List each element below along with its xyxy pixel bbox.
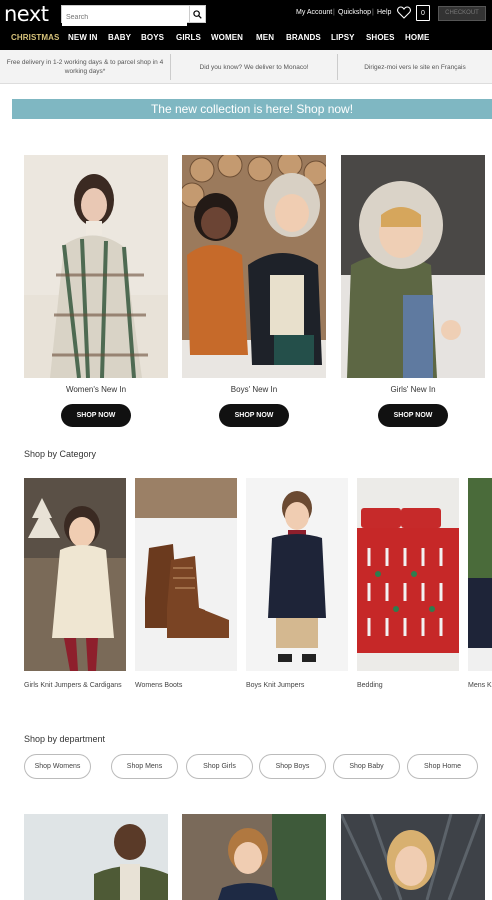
nav-item-home[interactable]: HOME	[405, 33, 429, 42]
nav-item-new-in[interactable]: NEW IN	[68, 33, 98, 42]
search-box	[61, 5, 206, 26]
boys-new-in-image[interactable]	[182, 155, 326, 378]
womens-new-in-label: Women's New In	[65, 385, 127, 394]
nav-item-boys[interactable]: BOYS	[141, 33, 164, 42]
shopping-bag-icon[interactable]: 0	[416, 5, 430, 21]
site-header: next My Account | Quickshop | Help 0 CHE…	[0, 0, 492, 50]
search-input[interactable]	[62, 9, 187, 26]
category-girls-knit-image[interactable]	[24, 478, 126, 671]
girls-shop-now-button[interactable]: SHOP NOW	[378, 404, 448, 427]
womens-new-in-image[interactable]	[24, 155, 168, 378]
category-womens-boots-image[interactable]	[135, 478, 237, 671]
girls-new-in-label: Girls' New In	[390, 385, 436, 394]
girls-feature-image[interactable]	[341, 814, 485, 900]
link-divider: |	[333, 9, 335, 16]
favourites-heart-icon[interactable]	[397, 6, 411, 19]
category-boys-knit-image[interactable]	[246, 478, 348, 671]
nav-item-brands[interactable]: BRANDS	[286, 33, 321, 42]
category-womens-boots-label[interactable]: Womens Boots	[135, 682, 182, 689]
girls-new-in-image[interactable]	[341, 155, 485, 378]
category-mens-knit-image[interactable]	[468, 478, 492, 671]
nav-item-christmas[interactable]: CHRISTMAS	[11, 33, 59, 42]
checkout-button[interactable]: CHECKOUT	[438, 6, 486, 21]
bag-count: 0	[421, 10, 425, 17]
category-boys-knit-label[interactable]: Boys Knit Jumpers	[246, 682, 304, 689]
category-girls-knit-label[interactable]: Girls Knit Jumpers & Cardigans	[24, 682, 122, 689]
promo-banner[interactable]: The new collection is here! Shop now!	[12, 99, 492, 119]
search-button[interactable]	[189, 6, 205, 22]
boys-shop-now-button[interactable]: SHOP NOW	[219, 404, 289, 427]
quickshop-link[interactable]: Quickshop	[338, 9, 371, 16]
shop-by-category-heading: Shop by Category	[24, 449, 97, 459]
help-link[interactable]: Help	[377, 9, 391, 16]
nav-item-baby[interactable]: BABY	[108, 33, 131, 42]
boys-new-in-label: Boys' New In	[230, 385, 278, 394]
category-bedding-image[interactable]	[357, 478, 459, 671]
french-site-link[interactable]: Dirigez-moi vers le site en Français	[338, 50, 492, 84]
shop-womens-button[interactable]: Shop Womens	[24, 754, 91, 779]
search-icon	[193, 9, 202, 19]
category-mens-knit-label[interactable]: Mens K	[468, 682, 492, 689]
shop-home-button[interactable]: Shop Home	[407, 754, 478, 779]
delivery-info[interactable]: Free delivery in 1-2 working days & to p…	[0, 50, 170, 84]
shop-boys-button[interactable]: Shop Boys	[259, 754, 326, 779]
link-divider: |	[372, 9, 374, 16]
nav-item-women[interactable]: WOMEN	[211, 33, 243, 42]
shop-baby-button[interactable]: Shop Baby	[333, 754, 400, 779]
main-nav: CHRISTMAS NEW IN BABY BOYS GIRLS WOMEN M…	[0, 31, 492, 47]
nav-item-men[interactable]: MEN	[256, 33, 274, 42]
info-bar: Free delivery in 1-2 working days & to p…	[0, 50, 492, 84]
boys-feature-image[interactable]	[182, 814, 326, 900]
shop-mens-button[interactable]: Shop Mens	[111, 754, 178, 779]
shop-by-department-heading: Shop by department	[24, 734, 106, 744]
nav-item-lipsy[interactable]: LIPSY	[331, 33, 355, 42]
nav-item-shoes[interactable]: SHOES	[366, 33, 395, 42]
monaco-info[interactable]: Did you know? We deliver to Monaco!	[171, 50, 337, 84]
shop-girls-button[interactable]: Shop Girls	[186, 754, 253, 779]
category-bedding-label[interactable]: Bedding	[357, 682, 383, 689]
my-account-link[interactable]: My Account	[296, 9, 332, 16]
womens-shop-now-button[interactable]: SHOP NOW	[61, 404, 131, 427]
next-logo[interactable]: next	[4, 2, 49, 26]
mens-feature-image[interactable]	[24, 814, 168, 900]
nav-item-girls[interactable]: GIRLS	[176, 33, 201, 42]
